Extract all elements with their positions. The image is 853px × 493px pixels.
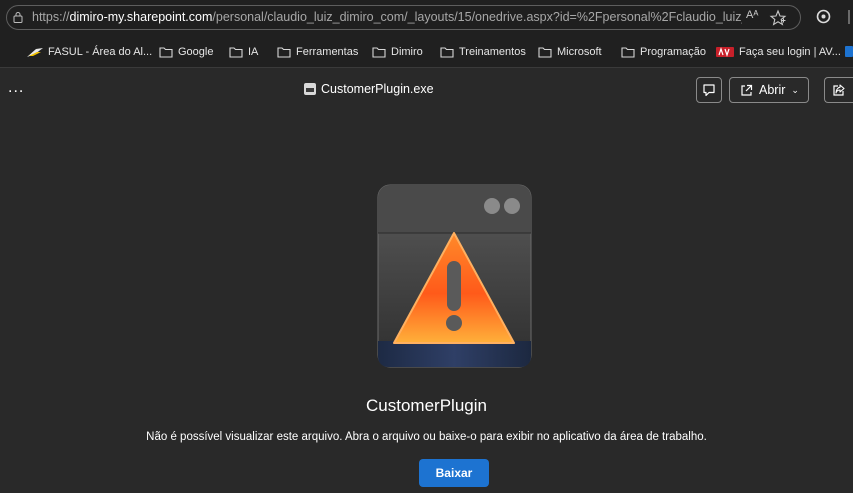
bookmarks-bar: FASUL - Área do Al... Google IA Ferramen… [0,35,853,68]
comment-icon [703,84,715,97]
folder-icon [372,47,386,58]
bookmark-label: Ferramentas [296,46,359,58]
bookmark-label: Google [178,46,214,58]
folder-icon [440,47,454,58]
comment-button[interactable] [696,77,722,103]
bookmark-ferramentas[interactable]: Ferramentas [277,44,358,60]
folder-icon [159,47,173,58]
viewer-header: ... CustomerPlugin.exe Abrir ⌄ [0,68,853,112]
share-icon [833,84,845,96]
bookmark-label: Dimiro [391,46,423,58]
bookmark-dimiro[interactable]: Dimiro [372,44,423,60]
file-name: CustomerPlugin [366,396,487,415]
ava-logo [716,47,734,57]
sidebar-toggle-icon[interactable] [845,6,853,28]
bookmark-programacao[interactable]: Programação [621,44,706,60]
file-title-text: CustomerPlugin.exe [321,82,434,96]
bookmark-microsoft[interactable]: Microsoft [538,44,602,60]
url-bar[interactable]: https://dimiro-my.sharepoint.com/persona… [6,5,801,30]
chevron-down-icon: ⌄ [791,84,799,95]
bookmark-label: FASUL - Área do Al... [48,46,153,58]
bookmark-label: IA [248,46,259,58]
preview-unavailable-message: Não é possível visualizar este arquivo. … [146,431,707,443]
url-scheme: https:// [32,10,70,24]
folder-icon [277,47,291,58]
bookmark-ia[interactable]: IA [229,44,258,60]
open-external-icon [741,84,753,96]
more-options-icon[interactable]: ... [8,79,24,97]
folder-icon [538,47,552,58]
download-button[interactable]: Baixar [419,459,489,487]
bookmark-label: Faça seu login | AV... [739,46,841,58]
extensions-icon[interactable] [815,8,832,25]
read-aloud-icon[interactable]: Aᴬ [746,9,766,25]
file-warning-illustration [377,184,532,368]
bookmark-label: Microsoft [557,46,602,58]
bookmark-google[interactable]: Google [159,44,213,60]
open-button[interactable]: Abrir ⌄ [729,77,809,103]
fasul-logo [27,48,43,57]
url-text[interactable]: https://dimiro-my.sharepoint.com/persona… [32,10,742,24]
url-path: /personal/claudio_luiz_dimiro_com/_layou… [212,10,742,24]
bookmark-label: Programação [640,46,707,58]
file-type-icon [304,83,316,95]
bookmark-treinamentos[interactable]: Treinamentos [440,44,526,60]
share-button[interactable] [824,77,853,103]
bookmark-ava[interactable]: Faça seu login | AV... [716,44,841,60]
lock-icon [13,12,23,23]
file-title: CustomerPlugin.exe [304,82,434,96]
bookmark-overflow-icon[interactable] [845,46,853,57]
address-bar-area: https://dimiro-my.sharepoint.com/persona… [0,0,853,35]
bookmark-fasul[interactable]: FASUL - Área do Al... [27,44,152,60]
favorite-star-icon[interactable] [769,9,787,27]
url-domain: dimiro-my.sharepoint.com [69,10,213,24]
open-button-label: Abrir [759,83,786,97]
folder-icon [621,47,635,58]
bookmark-label: Treinamentos [459,46,526,58]
folder-icon [229,47,243,58]
